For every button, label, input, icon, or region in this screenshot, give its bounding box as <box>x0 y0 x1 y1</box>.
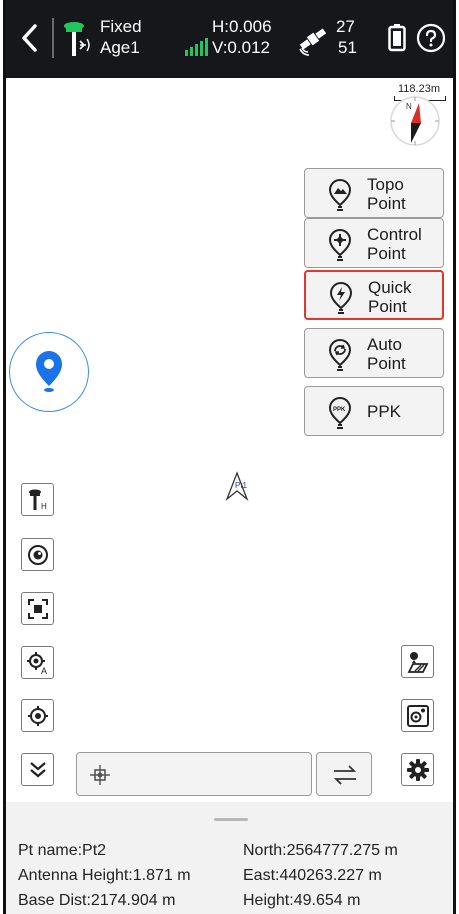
h-precision: H:0.006 <box>212 17 272 36</box>
collapse-button[interactable] <box>21 753 54 786</box>
target-point-bar[interactable] <box>76 752 312 796</box>
auto-point-button[interactable]: Auto Point <box>304 328 444 378</box>
swap-arrows-icon <box>333 765 357 785</box>
app-frame: Fixed Age1 H:0.006 V:0.012 27 51 118.23m… <box>6 0 453 914</box>
satellites-used: 27 <box>336 17 355 36</box>
drag-handle[interactable] <box>214 818 248 821</box>
auto-locate-icon: A <box>27 652 47 675</box>
point-name: Pt name:Pt2 <box>18 842 107 859</box>
map-pin-icon <box>36 351 62 392</box>
point-info-panel: Pt name:Pt2 North:2564777.275 m Antenna … <box>6 802 453 914</box>
ppk-button[interactable]: PPK PPK <box>304 386 444 436</box>
status-bar: Fixed Age1 H:0.006 V:0.012 27 51 <box>6 0 453 78</box>
control-point-button[interactable]: Control Point <box>304 218 444 268</box>
auto-locate-sub: A <box>41 666 47 675</box>
map-settings-icon <box>407 705 429 727</box>
topo-point-label: Topo Point <box>367 175 406 213</box>
ppk-label: PPK <box>367 402 402 421</box>
quick-point-label: Quick Point <box>368 278 412 316</box>
satellites-total: 51 <box>338 38 357 57</box>
compass-icon[interactable]: N <box>387 93 443 149</box>
gnss-receiver-icon[interactable] <box>60 17 92 59</box>
antenna-height-icon: H <box>29 489 47 511</box>
v-precision: V:0.012 <box>212 38 270 57</box>
ppk-icon: PPK <box>328 397 352 429</box>
divider <box>52 18 54 58</box>
stake-location-button[interactable] <box>9 332 89 412</box>
settings-icon <box>407 759 429 781</box>
control-point-icon <box>328 229 352 261</box>
center-icon <box>28 706 48 726</box>
compass-north-label: N <box>406 102 412 111</box>
map-settings-button[interactable] <box>401 699 434 732</box>
point-label-pt1: Pt1 <box>235 481 248 490</box>
layers-icon <box>407 652 429 673</box>
topo-point-icon <box>328 179 352 211</box>
auto-point-icon <box>328 339 352 371</box>
center-button[interactable] <box>21 699 54 732</box>
lens-button[interactable] <box>21 538 54 571</box>
quick-point-icon <box>329 282 353 314</box>
satellite-icon[interactable] <box>296 22 330 56</box>
antenna-height-sub: H <box>41 502 47 511</box>
age-status: Age1 <box>100 38 140 57</box>
frame-edge-right <box>453 0 456 914</box>
help-button[interactable] <box>416 23 446 53</box>
collapse-icon <box>30 762 46 778</box>
battery-icon <box>388 24 406 52</box>
topo-point-button[interactable]: Topo Point <box>304 168 444 218</box>
height-value: Height:49.654 m <box>243 892 361 909</box>
zoom-extent-button[interactable] <box>21 592 54 625</box>
auto-locate-button[interactable]: A <box>21 646 54 679</box>
antenna-height-value: Antenna Height:1.871 m <box>18 867 191 884</box>
layers-button[interactable] <box>401 645 434 678</box>
east-coordinate: East:440263.227 m <box>243 867 382 884</box>
quick-point-button[interactable]: Quick Point <box>304 270 444 320</box>
back-button[interactable] <box>16 18 44 58</box>
base-distance: Base Dist:2174.904 m <box>18 892 176 909</box>
ppk-icon-text: PPK <box>333 407 346 413</box>
north-coordinate: North:2564777.275 m <box>243 842 398 859</box>
signal-strength-icon <box>184 38 208 56</box>
help-icon <box>416 23 446 53</box>
target-point-icon <box>90 765 110 785</box>
auto-point-label: Auto Point <box>367 335 406 373</box>
map-canvas[interactable]: 118.23m N Topo Point Control Point Quick… <box>6 78 453 802</box>
swap-button[interactable] <box>316 752 372 796</box>
settings-button[interactable] <box>401 753 434 786</box>
chevron-left-icon <box>22 24 37 52</box>
fix-status: Fixed <box>100 17 142 36</box>
antenna-height-button[interactable]: H <box>21 483 54 516</box>
zoom-extent-icon <box>28 599 48 619</box>
lens-icon <box>28 545 48 565</box>
control-point-label: Control Point <box>367 225 422 263</box>
